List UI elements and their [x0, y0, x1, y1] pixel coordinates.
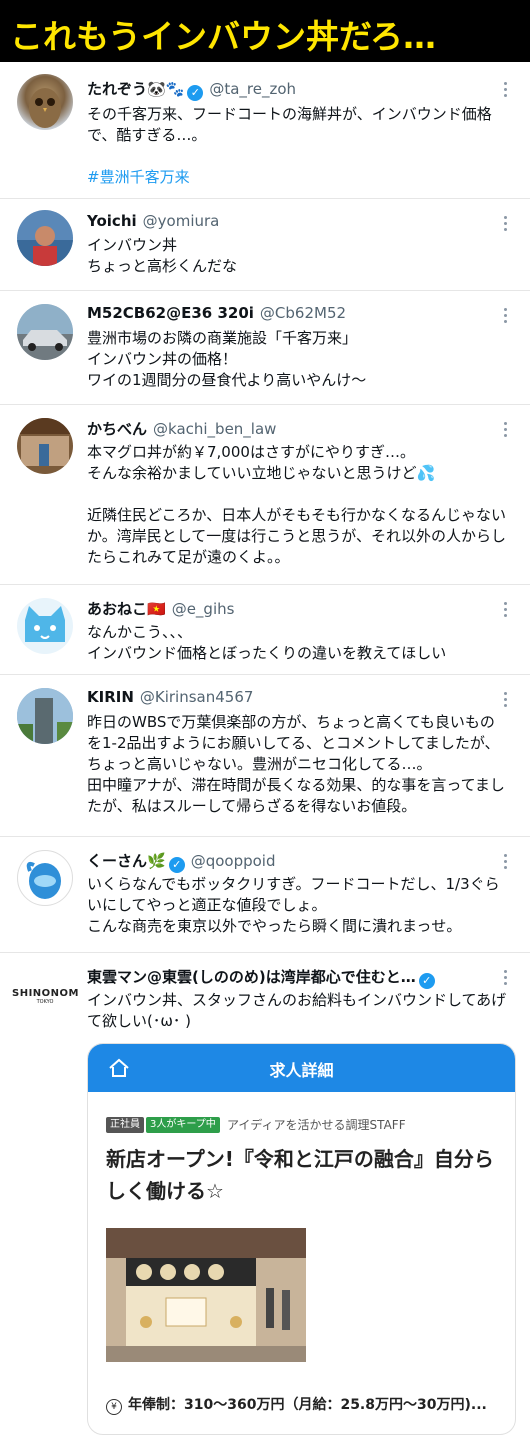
job-title[interactable]: 新店オープン!『令和と江戸の融合』自分ら しく働ける☆	[106, 1143, 506, 1207]
handle[interactable]: @Kirinsan4567	[140, 688, 254, 706]
display-name[interactable]: KIRIN	[87, 688, 134, 706]
tweet[interactable]: くーさん🌿 ✓ @qooppoid いくらなんでもボッタクリすぎ。フードコートだし、…	[0, 836, 530, 953]
avatar[interactable]	[17, 418, 73, 474]
display-name[interactable]: Yoichi	[87, 212, 137, 230]
tweet[interactable]: Yoichi @yomiura インバウン丼 ちょっと高杉くんだな	[0, 198, 530, 291]
handle[interactable]: @yomiura	[143, 212, 220, 230]
cat-avatar-icon	[25, 606, 65, 642]
more-options-icon[interactable]	[504, 692, 508, 710]
job-header-title: 求人詳細	[269, 1061, 334, 1080]
shinonome-logo-sub: TOKYO	[36, 999, 54, 1005]
tweet-text: その千客万来、フードコートの海鮮丼が、インバウンド価格 で、酷すぎる…。 #豊洲…	[87, 104, 517, 188]
car-avatar-icon	[17, 304, 73, 360]
avatar[interactable]	[17, 304, 73, 360]
job-subtitle: アイディアを活かせる調理STAFF	[227, 1118, 406, 1132]
tweet-text: 昨日のWBSで万葉倶楽部の方が、ちょっと高くても良いもの を1-2品出すようにお…	[87, 713, 505, 815]
display-name[interactable]: かちべん	[87, 420, 147, 438]
tweet-text: インバウン丼 ちょっと高杉くんだな	[87, 236, 238, 275]
tweet[interactable]: あおねこ🇻🇳 @e_gihs なんかこう、、、 インバウンド価格とぼったくりの違い…	[0, 584, 530, 675]
verified-badge-icon: ✓	[187, 85, 204, 101]
yen-icon: ¥	[106, 1399, 122, 1415]
display-name[interactable]: M52CB62@E36 320i	[87, 304, 254, 322]
salary-info: ¥ 年俸制：310〜360万円（月給：25.8万円〜30万円)...	[106, 1394, 487, 1415]
handle[interactable]: @Cb62M52	[260, 304, 346, 322]
more-options-icon[interactable]	[504, 216, 508, 234]
owl-avatar-icon	[29, 88, 61, 128]
more-options-icon[interactable]	[504, 602, 508, 620]
handle[interactable]: @ta_re_zoh	[209, 80, 296, 98]
avatar[interactable]	[17, 598, 73, 654]
avatar[interactable]	[17, 850, 73, 906]
shinonome-logo: SHINONOME	[12, 988, 78, 999]
salary-text: 年俸制：310〜360万円（月給：25.8万円〜30万円)...	[128, 1397, 487, 1413]
tweet[interactable]: たれぞう🐼🐾 ✓ @ta_re_zoh その千客万来、フードコートの海鮮丼が、インバ…	[0, 62, 530, 199]
display-name[interactable]: たれぞう🐼🐾	[87, 80, 184, 98]
tweet-text: なんかこう、、、 インバウンド価格とぼったくりの違いを教えてほしい	[87, 623, 447, 662]
employment-type-badge: 正社員	[106, 1117, 144, 1133]
more-options-icon[interactable]	[504, 854, 508, 872]
more-options-icon[interactable]	[504, 422, 508, 440]
handle[interactable]: @e_gihs	[172, 600, 235, 618]
display-name[interactable]: 東雲マン@東雲(しののめ)は湾岸都心で住むと…	[87, 968, 416, 986]
avatar[interactable]	[17, 210, 73, 266]
avatar[interactable]	[17, 74, 73, 130]
tweet-text: いくらなんでもボッタクリすぎ。フードコートだし、1/3ぐら いにしてやっと適正な…	[87, 875, 500, 935]
tweet[interactable]: M52CB62@E36 320i @Cb62M52 豊洲市場のお隣の商業施設「千客…	[0, 290, 530, 405]
building-avatar-icon	[17, 688, 73, 744]
tweet[interactable]: KIRIN @Kirinsan4567 昨日のWBSで万葉倶楽部の方が、ちょっと高…	[0, 674, 530, 837]
tweet-text: 本マグロ丼が約￥7,000はさすがにやりすぎ…。 そんな余裕かましていい立地じゃ…	[87, 443, 506, 566]
verified-badge-icon: ✓	[418, 973, 435, 989]
job-header: 求人詳細	[88, 1044, 515, 1092]
display-name[interactable]: あおねこ🇻🇳	[87, 600, 166, 618]
handle[interactable]: @kachi_ben_law	[153, 420, 276, 438]
tweet-text: 豊洲市場のお隣の商業施設「千客万来」 インバウン丼の価格！ ワイの1週間分の昼食…	[87, 329, 367, 389]
display-name[interactable]: くーさん🌿	[87, 852, 166, 870]
hashtag-link[interactable]: #豊洲千客万来	[87, 167, 517, 188]
more-options-icon[interactable]	[504, 82, 508, 100]
mascot-avatar-icon	[26, 861, 61, 899]
more-options-icon[interactable]	[504, 970, 508, 988]
shop-avatar-icon	[17, 418, 73, 466]
banner: これもうインバウン丼だろ…	[0, 0, 530, 62]
tweet[interactable]: かちべん @kachi_ben_law 本マグロ丼が約￥7,000はさすがにやりす…	[0, 404, 530, 585]
handle[interactable]: @qooppoid	[191, 852, 276, 870]
shop-rendering-image	[106, 1228, 306, 1362]
keep-count-badge: 3人がキープ中	[146, 1117, 220, 1133]
person-avatar-icon	[17, 226, 73, 266]
more-options-icon[interactable]	[504, 308, 508, 326]
avatar[interactable]	[17, 688, 73, 744]
banner-title: これもうインバウン丼だろ…	[10, 17, 437, 56]
avatar[interactable]: SHINONOME TOKYO	[12, 970, 78, 1010]
shop-photo	[106, 1228, 306, 1362]
tweet-text: インバウン丼、スタッフさんのお給料もインバウンドしてあげ て欲しい(･ω･ )	[87, 991, 507, 1030]
verified-badge-icon: ✓	[168, 857, 185, 873]
